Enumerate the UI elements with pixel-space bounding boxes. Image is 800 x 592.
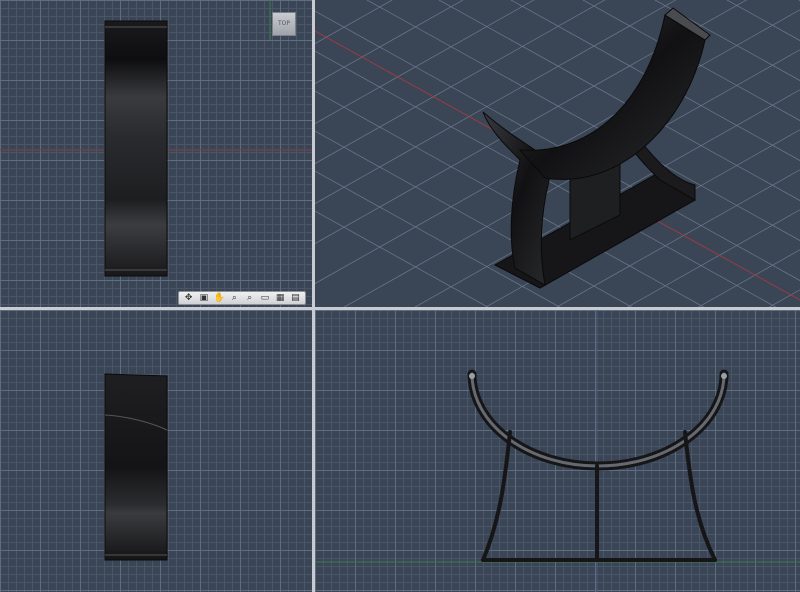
- viewports-icon[interactable]: ▤: [288, 292, 302, 304]
- model-perspective[interactable]: [482, 7, 711, 289]
- display-icon[interactable]: ▭: [258, 292, 272, 304]
- viewcube-label: TOP: [277, 20, 290, 27]
- viewcube[interactable]: TOP: [272, 12, 296, 36]
- model-top-view[interactable]: [104, 20, 168, 277]
- left-viewport[interactable]: [0, 310, 312, 592]
- model-left-view[interactable]: [104, 373, 168, 561]
- model-endpoint: [721, 373, 727, 379]
- model-front-view[interactable]: [467, 369, 729, 562]
- left-view-canvas: [104, 373, 168, 561]
- zoom-icon[interactable]: ⌕: [243, 292, 257, 304]
- hand-icon[interactable]: ✋: [212, 292, 226, 304]
- perspective-viewport[interactable]: [315, 0, 800, 307]
- front-view-canvas: [315, 310, 800, 592]
- top-viewport[interactable]: TOP ✥ ▣ ✋ ⌕ ⌕ ▭ ▦ ▤: [0, 0, 312, 307]
- grid-icon[interactable]: ▦: [273, 292, 287, 304]
- navigation-bar: ✥ ▣ ✋ ⌕ ⌕ ▭ ▦ ▤: [178, 291, 306, 305]
- front-viewport[interactable]: [315, 310, 800, 592]
- zoom-fit-icon[interactable]: ⌕: [227, 292, 241, 304]
- top-view-canvas: [0, 0, 312, 277]
- model-endpoint: [469, 373, 475, 379]
- perspective-canvas: [315, 0, 800, 307]
- pan-icon[interactable]: ✥: [182, 292, 196, 304]
- orbit-icon[interactable]: ▣: [197, 292, 211, 304]
